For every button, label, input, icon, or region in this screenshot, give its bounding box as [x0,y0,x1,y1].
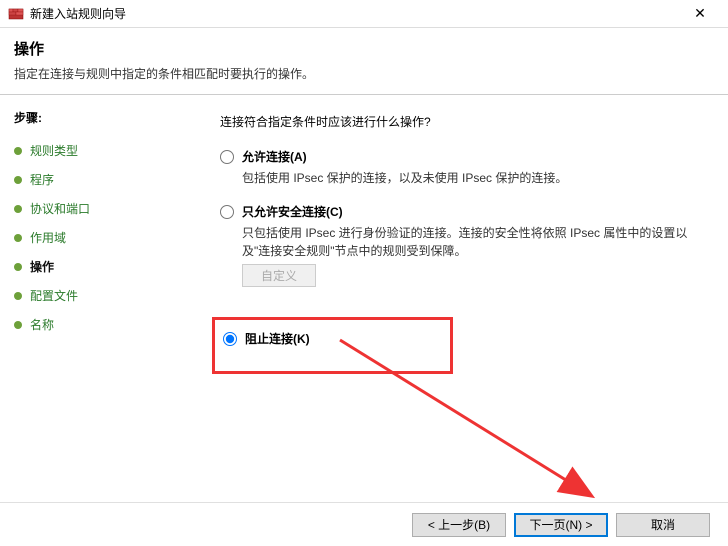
steps-heading: 步骤: [14,109,200,126]
option-block-title: 阻止连接(K) [245,330,310,347]
option-secure-title: 只允许安全连接(C) [242,203,343,220]
footer-buttons: < 上一步(B) 下一页(N) > 取消 [0,502,728,546]
step-label: 操作 [30,258,54,275]
header-section: 操作 指定在连接与规则中指定的条件相匹配时要执行的操作。 [0,28,728,95]
step-program: 程序 [14,165,200,194]
bullet-icon [14,205,22,213]
step-profile: 配置文件 [14,281,200,310]
step-label: 配置文件 [30,287,78,304]
radio-block[interactable] [223,332,237,346]
step-label: 作用域 [30,229,66,246]
page-title: 操作 [14,38,714,59]
option-secure-row[interactable]: 只允许安全连接(C) [220,203,698,220]
step-label: 程序 [30,171,54,188]
radio-secure[interactable] [220,205,234,219]
steps-sidebar: 步骤: 规则类型 程序 协议和端口 作用域 操作 配置文件 名称 [0,95,200,509]
option-allow: 允许连接(A) 包括使用 IPsec 保护的连接，以及未使用 IPsec 保护的… [220,148,698,187]
option-allow-row[interactable]: 允许连接(A) [220,148,698,165]
question-text: 连接符合指定条件时应该进行什么操作? [220,113,698,130]
step-label: 协议和端口 [30,200,90,217]
step-rule-type: 规则类型 [14,136,200,165]
step-label: 规则类型 [30,142,78,159]
window-title: 新建入站规则向导 [30,5,680,22]
bullet-icon [14,234,22,242]
highlighted-box: 阻止连接(K) [212,317,453,374]
step-action: 操作 [14,252,200,281]
firewall-icon [8,6,24,22]
bullet-icon [14,292,22,300]
option-secure-desc: 只包括使用 IPsec 进行身份验证的连接。连接的安全性将依照 IPsec 属性… [242,224,698,260]
customize-button: 自定义 [242,264,316,287]
cancel-button[interactable]: 取消 [616,513,710,537]
main-panel: 连接符合指定条件时应该进行什么操作? 允许连接(A) 包括使用 IPsec 保护… [200,95,728,509]
bullet-icon [14,321,22,329]
page-description: 指定在连接与规则中指定的条件相匹配时要执行的操作。 [14,65,714,82]
option-block: 阻止连接(K) [223,330,310,347]
step-scope: 作用域 [14,223,200,252]
bullet-icon [14,263,22,271]
option-allow-desc: 包括使用 IPsec 保护的连接，以及未使用 IPsec 保护的连接。 [242,169,698,187]
bullet-icon [14,176,22,184]
step-name: 名称 [14,310,200,339]
close-button[interactable]: ✕ [680,0,720,28]
option-allow-title: 允许连接(A) [242,148,307,165]
back-button[interactable]: < 上一步(B) [412,513,506,537]
titlebar: 新建入站规则向导 ✕ [0,0,728,28]
option-block-row[interactable]: 阻止连接(K) [223,330,310,347]
option-secure: 只允许安全连接(C) 只包括使用 IPsec 进行身份验证的连接。连接的安全性将… [220,203,698,301]
step-protocol-ports: 协议和端口 [14,194,200,223]
next-button[interactable]: 下一页(N) > [514,513,608,537]
radio-allow[interactable] [220,150,234,164]
step-label: 名称 [30,316,54,333]
bullet-icon [14,147,22,155]
